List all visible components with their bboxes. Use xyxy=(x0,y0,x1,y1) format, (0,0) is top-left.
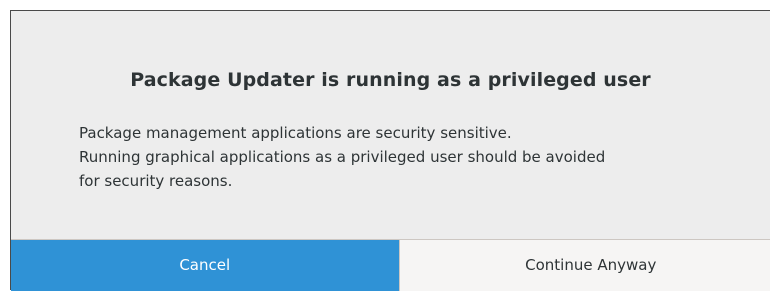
dialog-body: Package Updater is running as a privileg… xyxy=(11,11,770,239)
dialog-title: Package Updater is running as a privileg… xyxy=(11,69,770,91)
message-line-1: Package management applications are secu… xyxy=(79,121,759,145)
dialog-message: Package management applications are secu… xyxy=(79,121,759,193)
cancel-button[interactable]: Cancel xyxy=(11,240,399,291)
dialog-button-bar: Cancel Continue Anyway xyxy=(11,239,770,292)
message-line-3: for security reasons. xyxy=(79,169,759,193)
continue-anyway-button[interactable]: Continue Anyway xyxy=(399,240,770,291)
message-line-2: Running graphical applications as a priv… xyxy=(79,145,759,169)
privileged-user-warning-dialog: Package Updater is running as a privileg… xyxy=(10,10,770,290)
